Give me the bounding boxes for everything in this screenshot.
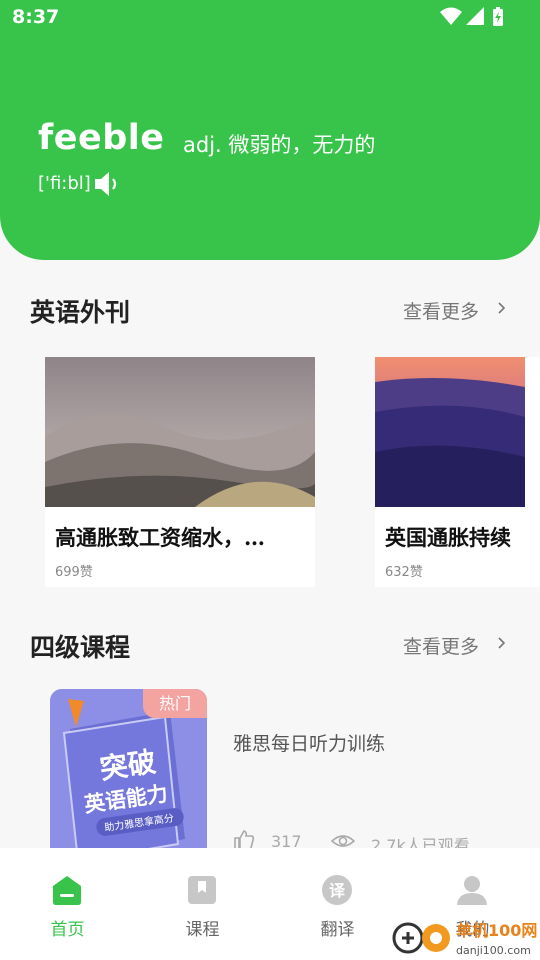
watermark-text: 单机100网 bbox=[456, 921, 537, 940]
home-icon bbox=[53, 876, 81, 905]
nav-item-course[interactable]: 课程 bbox=[135, 848, 270, 960]
nav-item-translate[interactable]: 译 翻译 bbox=[270, 848, 405, 960]
article-image bbox=[45, 357, 315, 507]
speaker-icon[interactable] bbox=[93, 170, 123, 198]
word-of-day-header: 8:37 feeble adj. 微弱的，无力的 ['fi:bl] bbox=[0, 0, 540, 260]
courses-more-link[interactable]: 查看更多 bbox=[403, 632, 479, 659]
word-meaning: adj. 微弱的，无力的 bbox=[183, 133, 376, 157]
course-icon bbox=[188, 876, 216, 904]
article-likes: 632赞 bbox=[385, 565, 423, 580]
translate-icon: 译 bbox=[322, 875, 352, 905]
article-title: 高通胀致工资缩水，… bbox=[55, 525, 265, 550]
profile-icon bbox=[457, 876, 487, 905]
nav-label-course: 课程 bbox=[185, 920, 220, 940]
watermark-url: danji100.com bbox=[456, 944, 531, 957]
chevron-right-icon[interactable] bbox=[497, 636, 507, 650]
wifi-icon bbox=[440, 7, 462, 25]
article-image bbox=[375, 357, 525, 507]
watermark-logo: 单机100网 danji100.com bbox=[392, 921, 537, 957]
word-phonetic: ['fi:bl] bbox=[38, 173, 91, 194]
hot-badge: 热门 bbox=[143, 689, 207, 718]
signal-icon bbox=[466, 7, 484, 25]
status-time: 8:37 bbox=[12, 6, 60, 28]
courses-section-title: 四级课程 bbox=[30, 633, 131, 662]
article-likes: 699赞 bbox=[55, 565, 93, 580]
nav-label-translate: 翻译 bbox=[320, 920, 355, 940]
nav-label-home: 首页 bbox=[50, 920, 85, 940]
course-name[interactable]: 雅思每日听力训练 bbox=[233, 729, 385, 756]
articles-section-title: 英语外刊 bbox=[30, 298, 131, 327]
svg-text:译: 译 bbox=[329, 881, 346, 900]
chevron-right-icon[interactable] bbox=[497, 301, 507, 315]
status-icons bbox=[440, 7, 503, 26]
articles-more-link[interactable]: 查看更多 bbox=[403, 297, 479, 324]
word-title: feeble bbox=[38, 118, 165, 158]
article-card[interactable]: 高通胀致工资缩水，… 699赞 bbox=[45, 357, 315, 587]
article-title: 英国通胀持续 bbox=[385, 525, 511, 550]
article-card[interactable]: 英国通胀持续 632赞 bbox=[375, 357, 540, 587]
nav-item-home[interactable]: 首页 bbox=[0, 848, 135, 960]
